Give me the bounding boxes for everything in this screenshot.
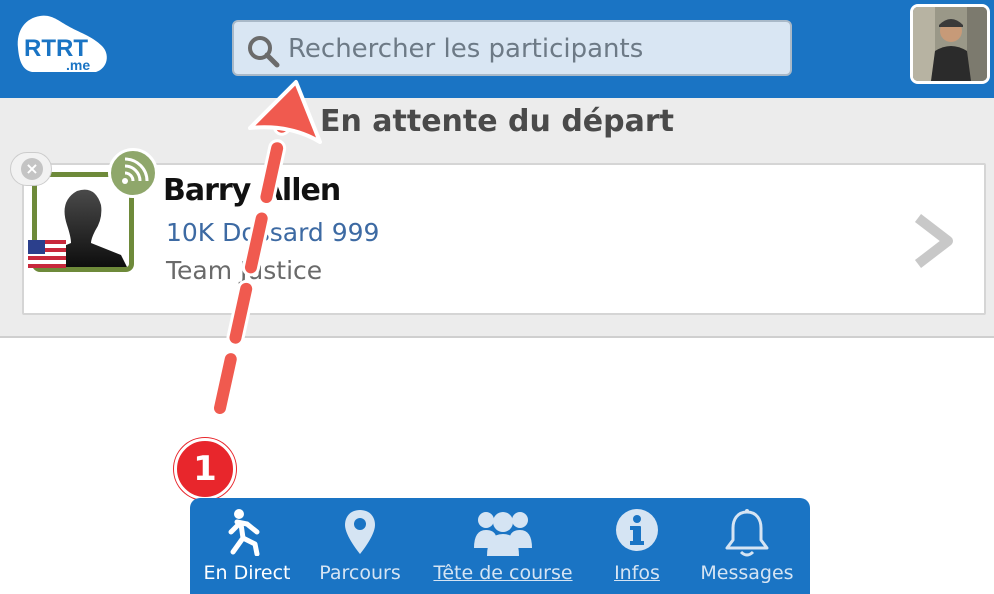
tab-parcours[interactable]: Parcours: [304, 498, 416, 594]
tab-label: Infos: [614, 562, 660, 584]
runner-icon: [227, 508, 267, 560]
tab-tete-de-course[interactable]: Tête de course: [416, 498, 590, 594]
bottom-nav: En Direct Parcours Tête de course Infos …: [190, 498, 810, 594]
tab-label: En Direct: [203, 562, 291, 584]
tab-label: Messages: [700, 562, 794, 584]
step-number-badge: 1: [174, 438, 236, 500]
tab-infos[interactable]: Infos: [590, 498, 684, 594]
map-pin-icon: [343, 508, 377, 560]
group-icon: [474, 508, 532, 560]
bell-icon: [724, 508, 770, 562]
tab-label: Tête de course: [433, 562, 573, 584]
tab-label: Parcours: [319, 562, 401, 584]
tab-en-direct[interactable]: En Direct: [190, 498, 304, 594]
info-icon: [615, 508, 659, 556]
tab-messages[interactable]: Messages: [684, 498, 810, 594]
